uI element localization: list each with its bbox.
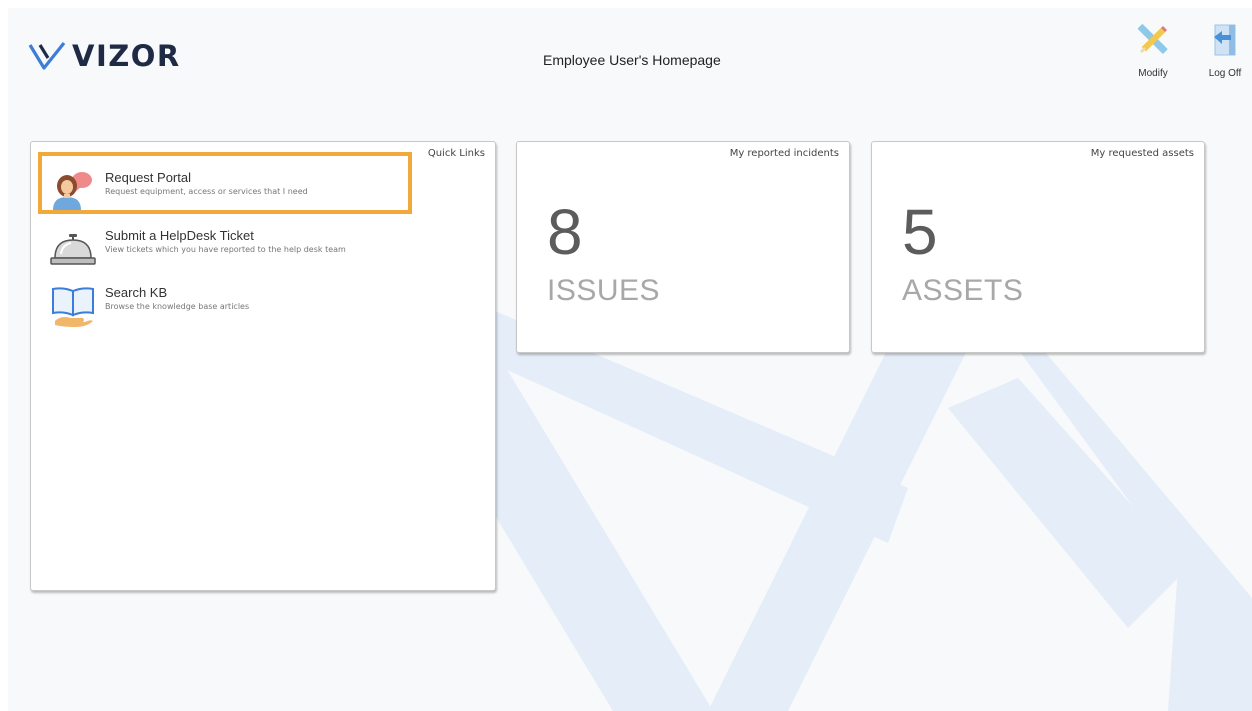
link-label: Request Portal [105,170,191,185]
logoff-arrow-icon [1200,20,1250,60]
asset-count: 5 [902,196,938,268]
link-label: Submit a HelpDesk Ticket [105,228,254,243]
link-description: View tickets which you have reported to … [105,245,346,254]
panel-title: Quick Links [427,148,485,159]
modify-label: Modify [1138,68,1168,79]
link-description: Request equipment, access or services th… [105,187,308,196]
link-description: Browse the knowledge base articles [105,302,250,311]
modify-button[interactable]: Modify [1128,20,1178,79]
panel-title: My reported incidents [729,148,839,159]
panel-title: My requested assets [1090,148,1194,159]
vizor-logo[interactable]: VIZOR [28,38,181,74]
request-portal-link[interactable]: Request Portal Request equipment, access… [49,170,308,210]
incident-count: 8 [547,196,583,268]
brand-name: VIZOR [72,39,181,73]
page-title: Employee User's Homepage [543,52,721,68]
requested-assets-panel[interactable]: My requested assets 5 ASSETS [871,141,1205,353]
book-hand-icon [49,285,97,327]
logoff-label: Log Off [1208,68,1242,79]
person-speech-icon [49,170,97,210]
submit-helpdesk-ticket-link[interactable]: Submit a HelpDesk Ticket View tickets wh… [49,228,346,268]
search-kb-link[interactable]: Search KB Browse the knowledge base arti… [49,285,250,327]
pencil-ruler-icon [1128,20,1178,60]
vizor-chevron-icon [28,41,66,71]
incident-unit: ISSUES [547,274,661,307]
reported-incidents-panel[interactable]: My reported incidents 8 ISSUES [516,141,850,353]
quick-links-panel: Quick Links Request Portal Request equip… [30,141,496,591]
homepage: VIZOR Employee User's Homepage Modify Lo… [8,8,1252,711]
logoff-button[interactable]: Log Off [1200,20,1250,79]
asset-unit: ASSETS [902,274,1024,307]
service-bell-icon [49,228,97,268]
link-label: Search KB [105,285,168,300]
